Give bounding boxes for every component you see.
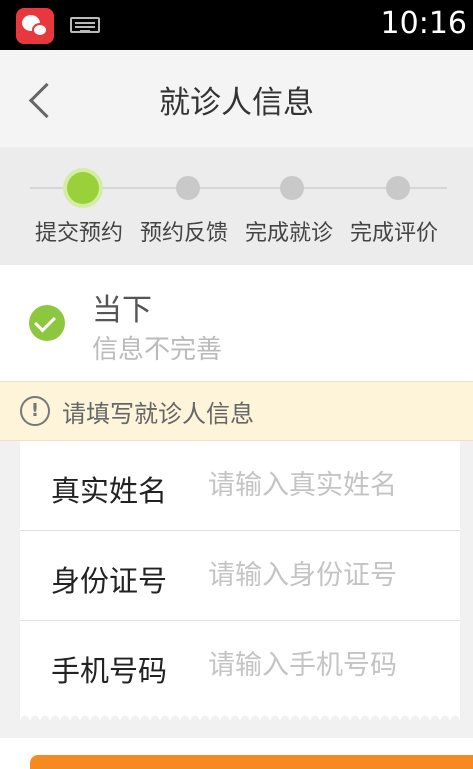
submit-button[interactable]: [30, 755, 473, 769]
patient-form: 真实姓名 身份证号 手机号码: [20, 441, 460, 713]
step-label-feedback: 预约反馈: [140, 221, 229, 246]
status-bar: 10:16: [0, 0, 473, 50]
form-row-phone: 手机号码: [20, 621, 460, 711]
status-subtitle: 信息不完善: [92, 335, 223, 365]
status-clock: 10:16: [380, 6, 467, 41]
exclamation-circle-icon: !: [20, 396, 50, 426]
status-title: 当下: [92, 293, 152, 328]
step-dot-visit: [280, 176, 304, 200]
progress-stepper: 提交预约 预约反馈 完成就诊 完成评价: [0, 147, 473, 265]
name-label: 真实姓名: [51, 474, 168, 508]
page-title: 就诊人信息: [159, 85, 314, 121]
title-bar: 就诊人信息: [0, 50, 473, 147]
step-dot-review: [386, 176, 410, 200]
name-input[interactable]: [208, 463, 444, 507]
app-notification-icon: [16, 8, 54, 44]
phone-input[interactable]: [208, 643, 444, 687]
status-card: 当下 信息不完善: [0, 265, 473, 381]
step-label-submit: 提交预约: [35, 221, 124, 246]
step-label-review: 完成评价: [350, 221, 439, 246]
form-row-id: 身份证号: [20, 531, 460, 621]
check-circle-icon: [29, 305, 65, 341]
id-number-label: 身份证号: [51, 564, 168, 598]
phone-label: 手机号码: [51, 654, 168, 688]
form-card-edge: [20, 712, 460, 720]
step-label-visit: 完成就诊: [245, 221, 334, 246]
keyboard-icon: [70, 17, 100, 33]
notice-banner: ! 请填写就诊人信息: [0, 381, 473, 441]
id-number-input[interactable]: [208, 553, 444, 597]
step-dot-feedback: [176, 176, 200, 200]
form-row-name: 真实姓名: [20, 441, 460, 531]
step-dot-submit: [67, 172, 99, 204]
notice-text: 请填写就诊人信息: [62, 400, 254, 428]
